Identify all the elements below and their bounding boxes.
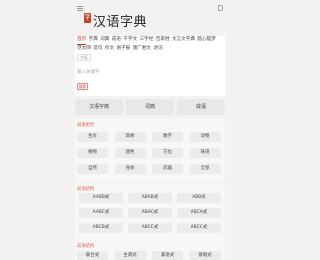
category-button[interactable]: 四季: [114, 132, 146, 142]
category-button[interactable]: ABCA式: [177, 208, 221, 218]
category-button[interactable]: ABAB式: [128, 193, 172, 203]
search-tab[interactable]: 作文: [105, 45, 114, 53]
section-title: 成语结构: [77, 244, 95, 249]
category-button[interactable]: ABAC式: [128, 208, 172, 218]
search-tab[interactable]: 词典: [100, 36, 109, 44]
section-title: 成语结构: [77, 187, 95, 192]
search-input[interactable]: 输入关键字: [77, 69, 100, 75]
search-button[interactable]: 搜索: [77, 83, 88, 90]
search-tab[interactable]: 文言文字典: [172, 36, 195, 44]
nav-chengyu[interactable]: 成语: [177, 99, 225, 115]
category-button[interactable]: 生肖: [77, 132, 108, 142]
search-panel: 首页 字典 词典 成语 千字文 三字经 百家姓 文言文字典 脑心脑梦范文网 造句 作文 谢子报 唐广君文…: [75, 36, 225, 96]
section-structure-2: 成语结构 联合式 主谓式 兼语式 紧缩式: [75, 240, 225, 260]
search-tab[interactable]: 造句: [93, 45, 102, 53]
nav-dictionary[interactable]: 汉语字典: [75, 99, 123, 115]
section-title: 成语组合: [77, 123, 95, 128]
category-button[interactable]: 动物: [189, 132, 221, 142]
category-button[interactable]: ABCC式: [128, 223, 172, 233]
category-button[interactable]: ABB式: [177, 193, 221, 203]
search-tab[interactable]: 百家姓: [156, 36, 170, 44]
search-tab[interactable]: 脑心脑梦: [197, 36, 215, 44]
search-tabs: 首页 字典 词典 成语 千字文 三字经 百家姓 文言文字典 脑心脑梦范文网 造句 作文 谢子报 唐广君文…: [77, 36, 225, 53]
history-icon[interactable]: [218, 5, 223, 11]
category-button[interactable]: 紧缩式: [189, 251, 221, 260]
search-tab[interactable]: 成语: [112, 36, 121, 44]
category-button[interactable]: 方位: [152, 148, 183, 158]
category-button[interactable]: 全部: [189, 164, 221, 174]
section-combination: 成语组合 生肖 四季 数字 动物植物 颜色 方位 味道自然 身体 武器 全部: [75, 119, 225, 181]
category-button[interactable]: 武器: [152, 164, 183, 174]
category-button[interactable]: ABCC式: [177, 223, 221, 233]
search-tab[interactable]: 首页: [77, 36, 87, 45]
search-tab[interactable]: 范文网: [77, 45, 91, 53]
search-tab[interactable]: 唐广君文: [133, 45, 151, 53]
menu-icon[interactable]: [77, 6, 83, 11]
main-nav: 汉语字典 词典 成语: [75, 99, 225, 116]
search-tab[interactable]: 字典: [89, 36, 98, 44]
search-tab[interactable]: 诗词: [153, 45, 162, 53]
category-button[interactable]: 颜色: [114, 148, 146, 158]
category-button[interactable]: 主谓式: [114, 251, 146, 260]
category-button[interactable]: 植物: [77, 148, 108, 158]
search-tab[interactable]: 千字文: [123, 36, 137, 44]
section-structure: 成语结构 AABB式 ABAB式 ABB式 AABC式 ABAC式 ABCA式 ABCB式 A…: [75, 183, 225, 240]
category-button[interactable]: ABCB式: [79, 223, 123, 233]
category-button[interactable]: 兼语式: [152, 251, 183, 260]
nav-cidian[interactable]: 词典: [126, 99, 174, 115]
search-tab[interactable]: 谢子报: [116, 45, 130, 53]
category-button[interactable]: 联合式: [77, 251, 108, 260]
logo-icon[interactable]: 字: [84, 13, 91, 23]
category-button[interactable]: 身体: [114, 164, 146, 174]
category-button[interactable]: 数字: [152, 132, 183, 142]
category-button[interactable]: 自然: [77, 164, 108, 174]
category-button[interactable]: AABC式: [79, 208, 123, 218]
site-title[interactable]: 汉语字典: [93, 11, 147, 30]
input-tag: 字板: [77, 54, 91, 61]
category-button[interactable]: AABB式: [79, 193, 123, 203]
top-bar: 字 汉语字典: [0, 0, 300, 36]
category-button[interactable]: 味道: [189, 148, 221, 158]
search-tab[interactable]: 三字经: [140, 36, 154, 44]
